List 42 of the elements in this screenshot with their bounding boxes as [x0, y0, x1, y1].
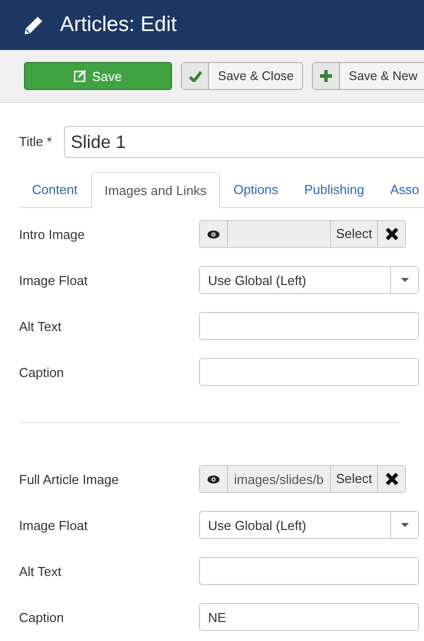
field-label: Caption — [19, 610, 65, 624]
text-field[interactable] — [199, 312, 419, 340]
select-button[interactable]: Select — [331, 466, 378, 492]
pencil-icon — [23, 14, 44, 36]
save-new-button[interactable]: Save & New — [312, 62, 424, 90]
field-label: Intro Image — [19, 226, 86, 242]
check-icon — [188, 70, 202, 82]
image-path-field[interactable]: images/slides/b — [228, 466, 331, 492]
title-field[interactable]: Slide 1 — [64, 126, 424, 158]
clear-button[interactable] — [378, 221, 406, 247]
close-icon — [384, 227, 399, 241]
field-label: Full Article Image — [19, 472, 120, 486]
caret-icon — [400, 278, 408, 282]
float-dropdown[interactable]: Use Global (Left) — [199, 266, 419, 294]
plus-icon — [320, 70, 332, 82]
title-label: Title * — [19, 133, 52, 149]
tab[interactable]: Options — [220, 172, 292, 207]
field-label: Image Float — [19, 518, 89, 532]
select-button[interactable]: Select — [331, 221, 378, 247]
caret-icon — [400, 523, 408, 527]
tab[interactable]: Content — [19, 172, 91, 207]
eye-icon — [207, 474, 220, 484]
field-label: Caption — [19, 364, 65, 380]
text-field[interactable] — [199, 557, 419, 585]
text-field[interactable]: NE — [199, 603, 419, 631]
preview-button[interactable] — [200, 466, 228, 492]
text-field[interactable] — [199, 358, 419, 386]
edit-icon — [74, 70, 86, 82]
tab[interactable]: Images and Links — [90, 172, 220, 209]
tab[interactable]: Asso — [377, 172, 424, 207]
page-title: Articles: Edit — [60, 13, 177, 37]
field-label: Alt Text — [19, 318, 62, 334]
image-path-field[interactable] — [228, 221, 331, 247]
preview-button[interactable] — [200, 221, 228, 247]
save-close-button[interactable]: Save & Close — [181, 62, 303, 90]
field-label: Image Float — [19, 272, 89, 288]
field-label: Alt Text — [19, 564, 62, 578]
eye-icon — [207, 230, 220, 238]
clear-button[interactable] — [378, 466, 406, 492]
float-dropdown[interactable]: Use Global (Left) — [199, 511, 419, 539]
close-icon — [384, 472, 399, 486]
tab[interactable]: Publishing — [291, 172, 378, 207]
